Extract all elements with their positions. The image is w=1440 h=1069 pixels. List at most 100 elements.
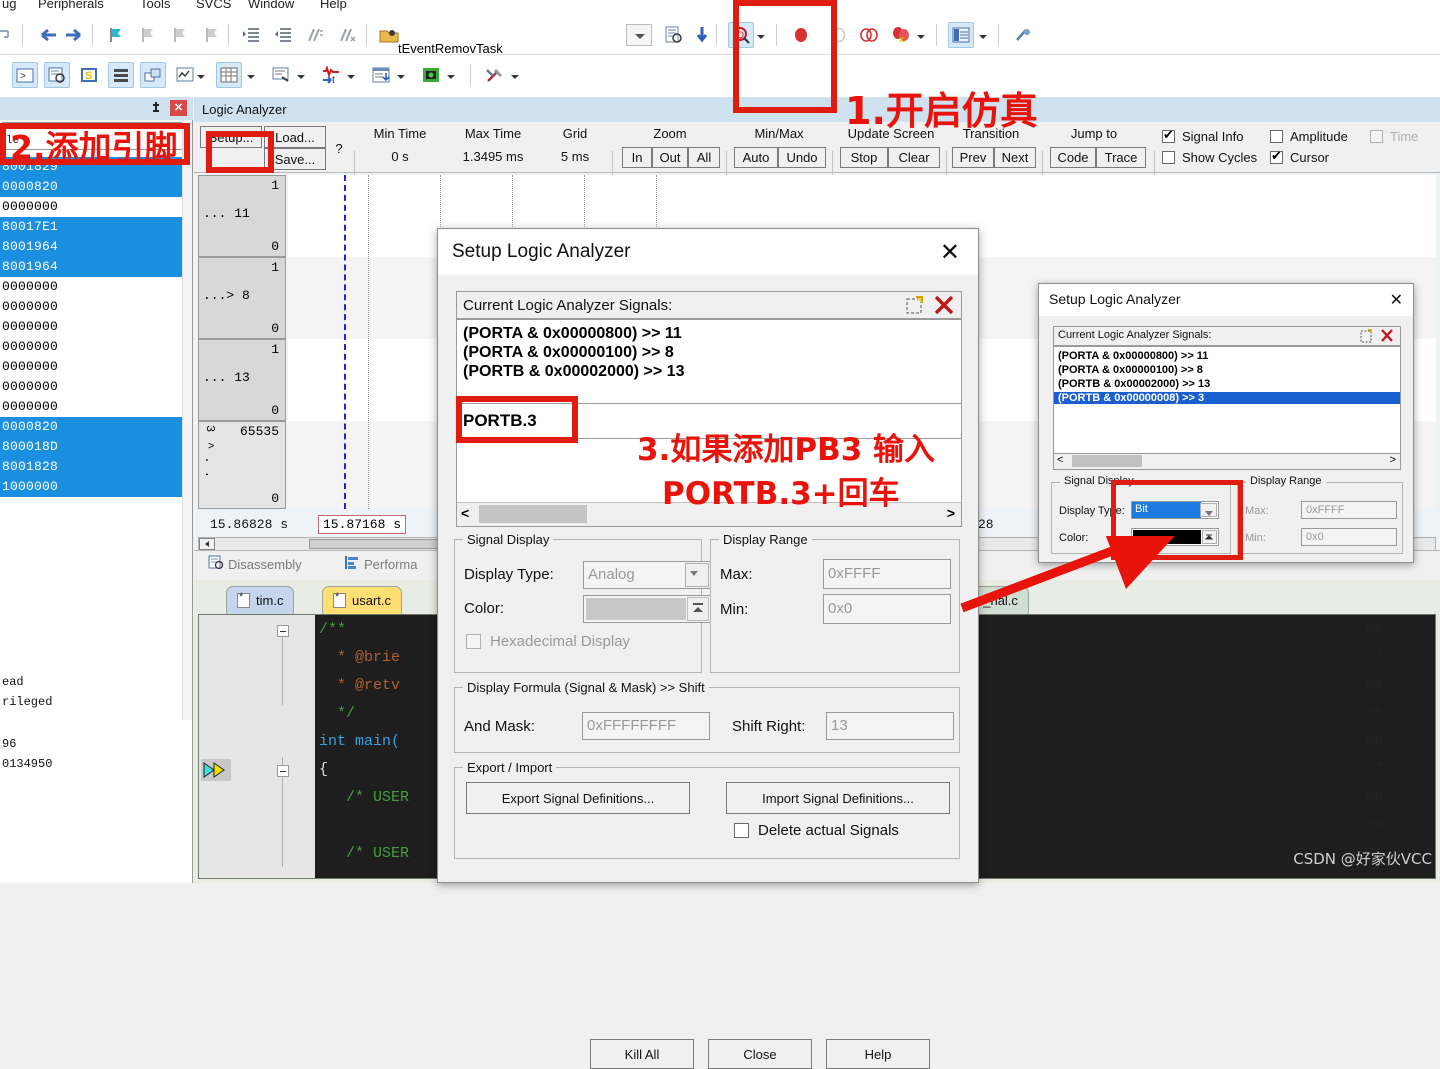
import-signal-definitions-button[interactable]: Import Signal Definitions... xyxy=(726,782,950,814)
scroll-left-button[interactable] xyxy=(199,538,215,550)
toolbox-icon[interactable] xyxy=(482,62,508,88)
setup-logic-analyzer-dialog[interactable]: Setup Logic Analyzer ✕ Current Logic Ana… xyxy=(437,228,979,1069)
analysis-dropdown-icon[interactable] xyxy=(346,73,355,82)
register-row[interactable]: 0000000 xyxy=(0,337,190,357)
memory-window-icon[interactable] xyxy=(216,62,242,88)
serial-window-icon[interactable] xyxy=(268,62,294,88)
register-row[interactable]: 0000000 xyxy=(0,297,190,317)
signal-info-box[interactable]: 1 ... 11 0 xyxy=(198,175,286,257)
code-line[interactable]: * @retv xyxy=(319,677,400,694)
file-tab-usart-c[interactable]: usart.c xyxy=(322,586,403,614)
delete-signal-icon[interactable] xyxy=(1380,328,1394,346)
signal-item[interactable]: (PORTA & 0x00000100) >> 8 xyxy=(1054,364,1400,376)
close-icon[interactable]: ✕ xyxy=(170,100,187,116)
clear-bookmarks-icon[interactable] xyxy=(198,22,224,48)
menu-item-window[interactable]: Window xyxy=(248,0,294,11)
task-dropdown[interactable] xyxy=(626,24,652,46)
tab-performance[interactable]: Performa xyxy=(344,555,417,573)
help-button[interactable]: ? xyxy=(328,126,350,170)
register-row[interactable]: 0000820 xyxy=(0,177,190,197)
register-row[interactable]: 800018D xyxy=(0,437,190,457)
system-viewer-dropdown-icon[interactable] xyxy=(446,73,455,82)
pane-scrollbar[interactable] xyxy=(182,120,192,720)
signal-info-checkbox[interactable] xyxy=(1162,127,1175,143)
trace-dropdown-icon[interactable] xyxy=(396,73,405,82)
code-line[interactable]: */ xyxy=(319,705,355,722)
prev-bookmark-icon[interactable] xyxy=(134,22,160,48)
watch-list-icon[interactable] xyxy=(948,22,974,48)
signal-scroll-right[interactable]: > xyxy=(947,505,955,521)
call-stack-icon[interactable] xyxy=(140,62,166,88)
memory-dropdown-icon[interactable] xyxy=(246,73,255,82)
registers-window-icon[interactable] xyxy=(108,62,134,88)
back-arrow-icon[interactable] xyxy=(34,22,60,48)
max-time-value[interactable]: 1.3495 ms xyxy=(444,149,542,164)
min-time-value[interactable]: 0 s xyxy=(358,149,442,164)
cursor-checkbox[interactable] xyxy=(1270,148,1283,164)
breakpoint-dropdown-icon[interactable] xyxy=(916,33,925,42)
comment-icon[interactable] xyxy=(302,22,328,48)
fold-toggle[interactable] xyxy=(277,765,289,777)
register-row[interactable]: 0000000 xyxy=(0,317,190,337)
transition-prev-button[interactable]: Prev xyxy=(952,147,994,168)
fold-toggle[interactable] xyxy=(277,625,289,637)
dialog2-scroll-thumb[interactable] xyxy=(1072,455,1142,467)
signal-info-box[interactable]: 1 ...> 8 0 xyxy=(198,257,286,339)
zoom-out-button[interactable]: Out xyxy=(652,147,688,168)
code-line[interactable]: * @brie xyxy=(319,649,400,666)
new-signal-icon[interactable] xyxy=(1360,329,1374,346)
menu-item-svcs[interactable]: SVCS xyxy=(196,0,231,11)
tab-disassembly[interactable]: Disassembly xyxy=(208,555,302,573)
minmax-undo-button[interactable]: Undo xyxy=(778,147,826,168)
dialog2-scroll-right[interactable]: > xyxy=(1390,454,1396,466)
uncomment-icon[interactable] xyxy=(334,22,360,48)
export-signal-definitions-button[interactable]: Export Signal Definitions... xyxy=(466,782,690,814)
dialog2-scroll-left[interactable]: < xyxy=(1057,454,1063,466)
insert-bookmark-icon[interactable] xyxy=(102,22,128,48)
code-line[interactable]: int main( xyxy=(319,733,400,750)
delete-signal-icon[interactable] xyxy=(933,294,955,319)
time-cursor-box[interactable]: 15.87168 s xyxy=(318,515,407,534)
watch-window-icon[interactable] xyxy=(172,62,198,88)
dialog-close-icon[interactable]: ✕ xyxy=(940,238,960,267)
register-row[interactable]: 0000000 xyxy=(0,377,190,397)
disassembly-window-icon[interactable] xyxy=(44,62,70,88)
register-row[interactable]: 0000000 xyxy=(0,197,190,217)
symbols-window-icon[interactable]: S xyxy=(76,62,102,88)
signal-scroll-left[interactable]: < xyxy=(461,505,469,521)
register-row[interactable]: 0000000 xyxy=(0,277,190,297)
signal-info-box[interactable]: 1 ... 13 0 xyxy=(198,339,286,421)
show-cycles-checkbox[interactable] xyxy=(1162,151,1175,164)
code-line[interactable]: /* USER xyxy=(319,789,409,806)
dialog2-hscrollbar[interactable]: < > xyxy=(1053,454,1401,470)
menu-item-tools[interactable]: Tools xyxy=(140,0,170,11)
register-row[interactable]: 8001964 xyxy=(0,237,190,257)
help-dialog-button[interactable]: Help xyxy=(826,1039,930,1069)
toolbox-dropdown-icon[interactable] xyxy=(510,73,519,82)
indent-icon[interactable] xyxy=(238,22,264,48)
zoom-in-button[interactable]: In xyxy=(622,147,652,168)
dialog2-signal-list[interactable]: (PORTA & 0x00000800) >> 11 (PORTA & 0x000… xyxy=(1053,346,1401,454)
transition-next-button[interactable]: Next xyxy=(994,147,1036,168)
menu-item-debug[interactable]: ug xyxy=(2,0,16,11)
kill-all-button[interactable]: Kill All xyxy=(590,1039,694,1069)
jump-trace-button[interactable]: Trace xyxy=(1096,147,1146,168)
download-icon[interactable] xyxy=(690,22,716,48)
file-tab-tim-c[interactable]: tim.c xyxy=(226,586,295,614)
cursor-line[interactable] xyxy=(344,175,346,509)
register-row[interactable]: 0000000 xyxy=(0,357,190,377)
register-row[interactable]: 8001828 xyxy=(0,457,190,477)
register-row[interactable]: 8001964 xyxy=(0,257,190,277)
signal-scroll-thumb[interactable] xyxy=(479,505,587,523)
disable-all-breakpoints-icon[interactable] xyxy=(856,22,882,48)
signal-item[interactable]: (PORTA & 0x00000800) >> 11 xyxy=(1054,350,1400,362)
register-row[interactable]: 80017E1 xyxy=(0,217,190,237)
signal-item[interactable]: (PORTB & 0x00000008) >> 3 xyxy=(1054,392,1400,404)
dialog2-close-icon[interactable]: ✕ xyxy=(1390,290,1403,310)
kill-all-breakpoints-icon[interactable]: x xyxy=(888,22,914,48)
step-out-icon[interactable] xyxy=(0,22,18,48)
signal-item[interactable]: (PORTB & 0x00002000) >> 13 xyxy=(463,363,684,381)
watch-window-dropdown-icon[interactable] xyxy=(196,73,205,82)
system-viewer-icon[interactable] xyxy=(418,62,444,88)
register-row[interactable]: 0000000 xyxy=(0,397,190,417)
